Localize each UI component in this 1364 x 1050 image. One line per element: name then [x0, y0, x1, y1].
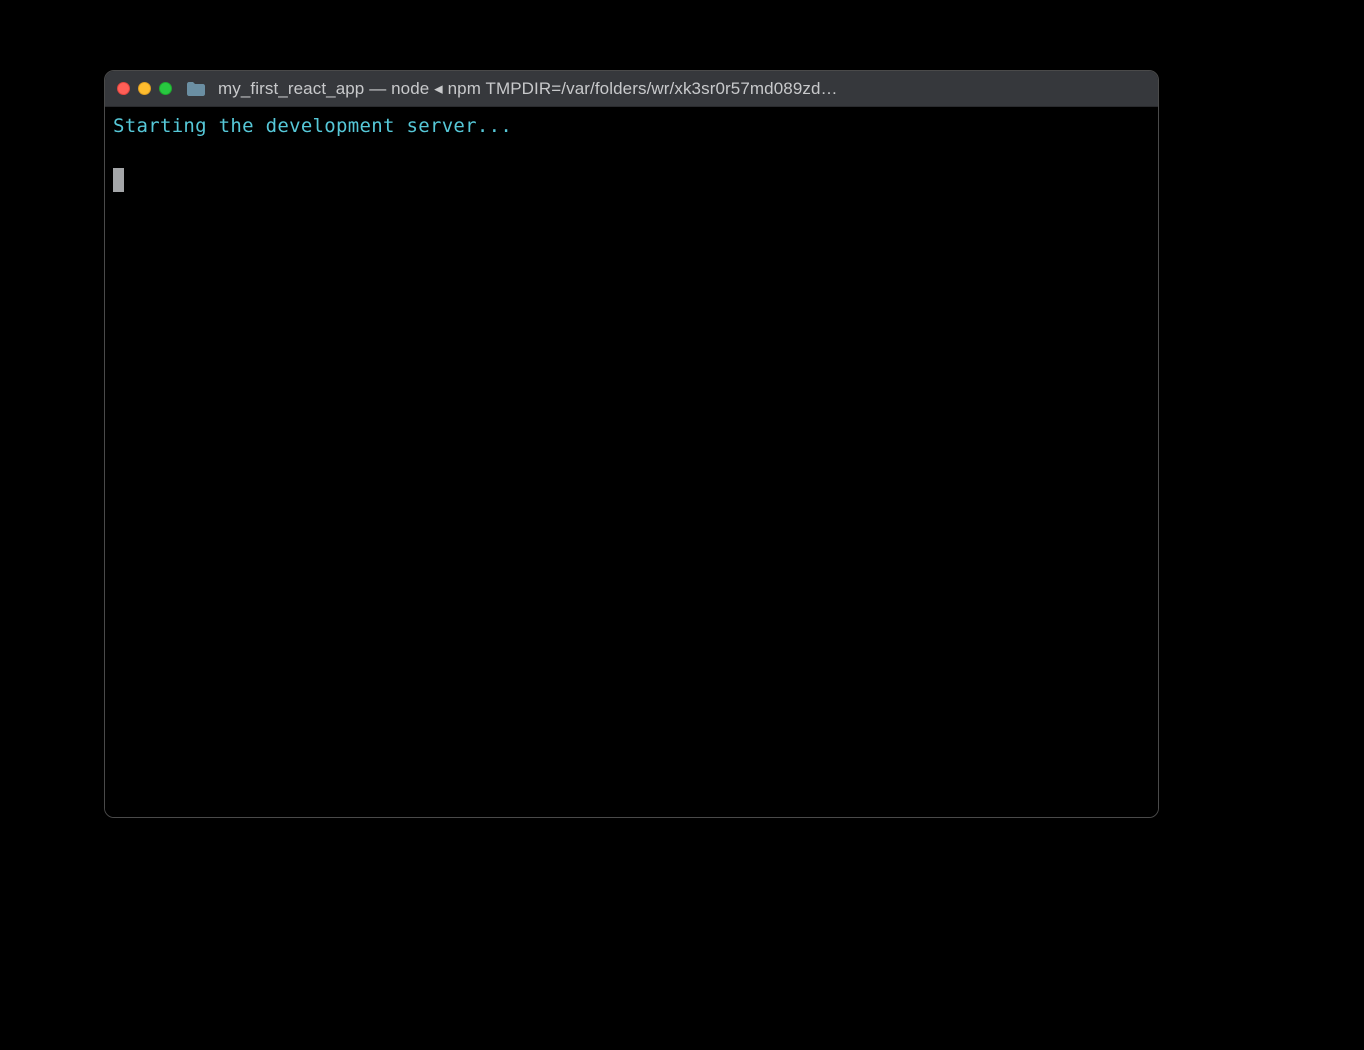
terminal-body[interactable]: Starting the development server... — [105, 107, 1158, 817]
close-icon[interactable] — [117, 82, 130, 95]
folder-icon — [186, 81, 206, 97]
maximize-icon[interactable] — [159, 82, 172, 95]
traffic-lights — [117, 82, 172, 95]
cursor-line — [113, 168, 1150, 195]
terminal-window: my_first_react_app — node ◂ npm TMPDIR=/… — [104, 70, 1159, 818]
window-title: my_first_react_app — node ◂ npm TMPDIR=/… — [218, 79, 1146, 99]
terminal-output-line: Starting the development server... — [113, 113, 1150, 140]
minimize-icon[interactable] — [138, 82, 151, 95]
title-bar[interactable]: my_first_react_app — node ◂ npm TMPDIR=/… — [105, 71, 1158, 107]
cursor-block-icon — [113, 168, 124, 192]
